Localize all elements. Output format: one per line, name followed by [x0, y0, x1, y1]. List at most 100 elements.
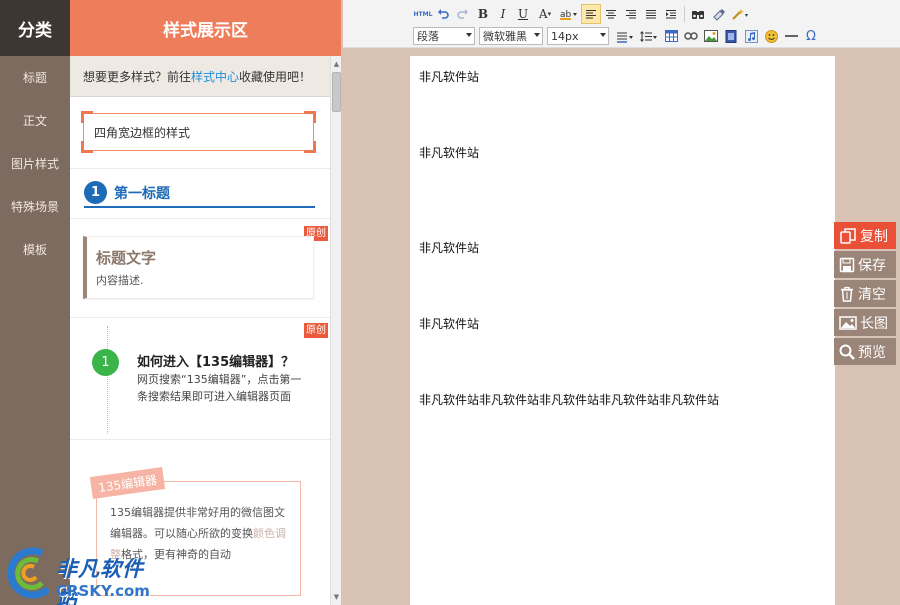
- copy-button-label: 复制: [860, 228, 888, 245]
- editor-toolbar: HTML B I U A ▾ ab 段落 微软雅黑 14px Ω: [343, 0, 900, 48]
- toolbar-row-2: 段落 微软雅黑 14px Ω: [413, 25, 821, 47]
- crsky-logo-icon: [7, 547, 51, 599]
- font-size-select[interactable]: 14px: [547, 27, 609, 45]
- document-paragraph[interactable]: 非凡软件站非凡软件站非凡软件站非凡软件站非凡软件站: [419, 391, 719, 408]
- underline-button[interactable]: U: [513, 4, 533, 24]
- paragraph-format-value: 段落: [417, 30, 439, 43]
- long-image-button[interactable]: 长图: [834, 309, 896, 336]
- align-justify-icon[interactable]: [641, 4, 661, 24]
- line-height-icon[interactable]: [637, 26, 661, 46]
- image-icon: [839, 315, 857, 330]
- video-icon[interactable]: [721, 26, 741, 46]
- style-list-scrollbar[interactable]: ▲ ▼: [330, 56, 341, 605]
- copy-icon: [840, 227, 856, 244]
- title-text: 标题文字: [96, 249, 157, 267]
- save-button[interactable]: 保存: [834, 251, 896, 278]
- title-description: 内容描述.: [96, 274, 144, 287]
- document-canvas[interactable]: 非凡软件站 非凡软件站 非凡软件站 非凡软件站 非凡软件站非凡软件站非凡软件站非…: [410, 56, 835, 605]
- table-icon[interactable]: [661, 26, 681, 46]
- site-watermark: 非凡软件站 CRSKY.com: [0, 545, 165, 605]
- category-header: 分类: [0, 0, 70, 56]
- find-replace-icon[interactable]: [688, 4, 708, 24]
- document-paragraph[interactable]: 非凡软件站: [419, 315, 479, 332]
- align-right-icon[interactable]: [621, 4, 641, 24]
- special-char-icon[interactable]: Ω: [801, 26, 821, 46]
- paragraph-format-select[interactable]: 段落: [413, 27, 475, 45]
- style-center-tip: 想要更多样式？前往 样式中心 收藏使用吧！: [70, 56, 341, 97]
- step-number-circle: 1: [92, 349, 119, 376]
- how-to-body: 网页搜索“135编辑器”，点击第一条搜索结果即可进入编辑器页面: [137, 373, 302, 403]
- italic-button[interactable]: I: [493, 4, 513, 24]
- frame-corner: [81, 111, 93, 123]
- style-list: 四角宽边框的样式 1 第一标题 原创 标题文字 内容描述. 原创 1 如何进入【…: [70, 97, 330, 605]
- search-icon: [839, 344, 855, 360]
- link-icon[interactable]: [681, 26, 701, 46]
- heading-text: 第一标题: [114, 186, 170, 202]
- font-family-select[interactable]: 微软雅黑: [479, 27, 543, 45]
- style-card-title-desc[interactable]: 原创 标题文字 内容描述.: [70, 219, 330, 318]
- document-paragraph[interactable]: 非凡软件站: [419, 144, 479, 161]
- undo-icon[interactable]: [433, 4, 453, 24]
- scroll-thumb[interactable]: [332, 72, 341, 112]
- bold-button[interactable]: B: [473, 4, 493, 24]
- emoji-icon[interactable]: [761, 26, 781, 46]
- font-size-value: 14px: [551, 29, 579, 43]
- clear-button[interactable]: 清空: [834, 280, 896, 307]
- document-paragraph[interactable]: 非凡软件站: [419, 68, 479, 85]
- highlight-color-icon[interactable]: ab: [557, 4, 581, 24]
- editor-area: HTML B I U A ▾ ab 段落 微软雅黑 14px Ω 非凡软件站 非…: [343, 0, 900, 605]
- title-desc-box: 标题文字 内容描述.: [83, 236, 314, 299]
- category-list: 标题 正文 图片样式 特殊场景 模板: [0, 56, 70, 271]
- long-image-button-label: 长图: [860, 315, 888, 332]
- category-item-special-scene[interactable]: 特殊场景: [0, 185, 70, 228]
- save-button-label: 保存: [858, 257, 886, 274]
- horizontal-rule-icon[interactable]: [781, 26, 801, 46]
- category-item-title[interactable]: 标题: [0, 56, 70, 99]
- tip-prefix: 想要更多样式？前往: [83, 69, 192, 84]
- heading-number-circle: 1: [84, 181, 107, 204]
- how-to-title: 如何进入【135编辑器】？: [137, 355, 295, 370]
- category-sidebar: 分类 标题 正文 图片样式 特殊场景 模板: [0, 0, 70, 605]
- magic-wand-icon[interactable]: [728, 4, 752, 24]
- clear-button-label: 清空: [858, 286, 886, 303]
- music-icon[interactable]: [741, 26, 761, 46]
- category-item-template[interactable]: 模板: [0, 228, 70, 271]
- image-insert-icon[interactable]: [701, 26, 721, 46]
- style-showcase-header: 样式展示区: [70, 0, 341, 56]
- toolbar-row-1: HTML B I U A ▾ ab: [413, 3, 752, 25]
- action-button-group: 复制 保存 清空 长图 预览: [834, 222, 896, 367]
- save-icon: [839, 257, 855, 272]
- align-center-icon[interactable]: [601, 4, 621, 24]
- category-item-body[interactable]: 正文: [0, 99, 70, 142]
- style-card-numbered-heading[interactable]: 1 第一标题: [70, 169, 330, 219]
- copy-button[interactable]: 复制: [834, 222, 896, 249]
- preview-button-label: 预览: [858, 344, 886, 361]
- frame-corner: [81, 141, 93, 153]
- dotted-divider: [107, 326, 108, 434]
- scroll-down-arrow-icon[interactable]: ▼: [331, 591, 341, 603]
- corner-frame-box: 四角宽边框的样式: [81, 111, 316, 153]
- font-color-label: A: [538, 7, 548, 21]
- original-badge: 原创: [304, 323, 328, 338]
- document-paragraph[interactable]: 非凡软件站: [419, 239, 479, 256]
- category-item-image-style[interactable]: 图片样式: [0, 142, 70, 185]
- eraser-icon[interactable]: [708, 4, 728, 24]
- frame-corner: [304, 141, 316, 153]
- paragraph-spacing-icon[interactable]: [613, 26, 637, 46]
- html-source-button[interactable]: HTML: [413, 4, 433, 24]
- style-card-corner-frame[interactable]: 四角宽边框的样式: [70, 97, 330, 169]
- redo-icon[interactable]: [453, 4, 473, 24]
- style-card-how-to-enter[interactable]: 原创 1 如何进入【135编辑器】？ 网页搜索“135编辑器”，点击第一条搜索结…: [70, 318, 330, 440]
- toolbar-separator: [684, 6, 685, 22]
- font-family-value: 微软雅黑: [483, 30, 527, 43]
- corner-frame-text: 四角宽边框的样式: [94, 125, 191, 140]
- font-color-button[interactable]: A ▾: [533, 4, 557, 24]
- chevron-down-icon: [534, 33, 540, 37]
- style-showcase-panel: 样式展示区 想要更多样式？前往 样式中心 收藏使用吧！ 四角宽边框的样式 1 第一标…: [70, 0, 342, 605]
- scroll-up-arrow-icon[interactable]: ▲: [331, 58, 341, 70]
- style-center-link[interactable]: 样式中心: [191, 68, 239, 85]
- indent-icon[interactable]: [661, 4, 681, 24]
- watermark-url: CRSKY.com: [56, 582, 150, 600]
- preview-button[interactable]: 预览: [834, 338, 896, 365]
- align-left-icon[interactable]: [581, 4, 601, 24]
